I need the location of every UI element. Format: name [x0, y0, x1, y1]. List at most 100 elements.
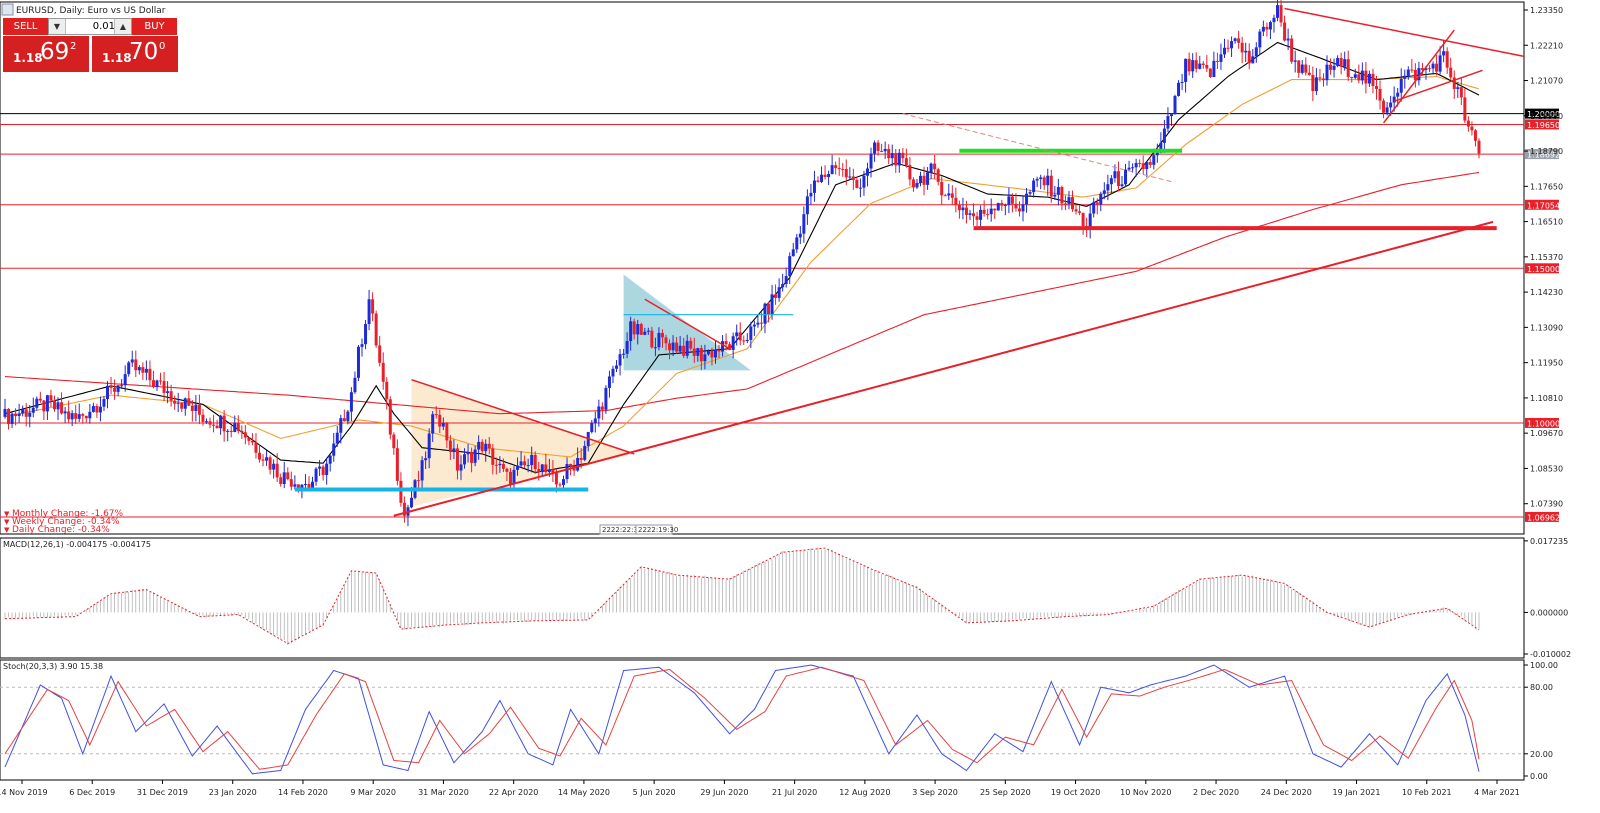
candle-body — [929, 163, 933, 173]
candle-body — [915, 183, 919, 188]
candle-body — [1198, 63, 1202, 69]
chart-canvas[interactable]: EURUSD, Daily: Euro vs US Dollar1.200001… — [0, 0, 1600, 813]
candle — [374, 310, 378, 348]
candle-body — [689, 340, 693, 349]
candle-body — [887, 148, 891, 159]
candle-body — [452, 448, 456, 453]
candle-body — [1470, 126, 1474, 131]
candle-body — [1226, 47, 1230, 49]
candle-body — [102, 399, 106, 407]
x-tick-label: 5 Jun 2020 — [633, 788, 676, 797]
sell-button[interactable]: SELL — [3, 18, 48, 35]
candle-body — [706, 351, 710, 355]
candle-body — [1025, 193, 1029, 205]
candle-body — [837, 168, 841, 170]
candle-body — [724, 341, 728, 345]
candle-body — [767, 303, 771, 315]
candle-body — [144, 368, 148, 373]
candle-body — [561, 479, 565, 486]
candle-body — [1081, 212, 1085, 226]
candle-body — [42, 400, 46, 412]
candle-body — [1399, 78, 1403, 93]
candle-body — [424, 458, 428, 461]
candle-body — [1293, 60, 1297, 62]
candle-body — [1371, 73, 1375, 86]
candle-body — [1237, 38, 1241, 43]
candle-body — [250, 440, 254, 443]
candle-body — [1109, 178, 1113, 185]
candle-body — [565, 463, 569, 480]
candle-body — [1325, 64, 1329, 81]
candle-body — [254, 442, 258, 453]
candle-body — [703, 354, 707, 362]
candle-body — [194, 404, 198, 411]
candle-body — [258, 452, 262, 460]
candle-body — [1120, 184, 1124, 187]
candle-body — [60, 402, 64, 414]
price-tick-label: 1.15370 — [1530, 253, 1563, 262]
candle-body — [964, 207, 968, 215]
candle-body — [540, 464, 544, 472]
candle-body — [1201, 63, 1205, 65]
candle-body — [183, 398, 187, 409]
candle-body — [1049, 175, 1053, 197]
candle-body — [463, 454, 467, 465]
candle-body — [1184, 58, 1188, 82]
candle-body — [445, 422, 449, 441]
candle-body — [137, 367, 141, 371]
candle-body — [335, 432, 339, 444]
candle-body — [1032, 180, 1036, 193]
candle-body — [505, 468, 509, 472]
candle-body — [219, 415, 223, 429]
buy-button[interactable]: BUY — [132, 18, 177, 35]
candle-body — [1215, 60, 1219, 62]
stoch-tick-label: 100.00 — [1530, 661, 1558, 670]
candle-body — [10, 413, 14, 424]
candle-body — [1166, 116, 1170, 129]
candle-body — [1116, 171, 1120, 187]
x-tick-label: 10 Nov 2020 — [1120, 788, 1171, 797]
candle-body — [116, 385, 120, 392]
sell-price-button[interactable]: 1.18 69 2 — [3, 35, 89, 72]
candle-body — [1353, 74, 1357, 78]
candle-body — [272, 463, 276, 470]
candle-body — [961, 207, 965, 211]
candle-body — [865, 168, 869, 176]
change-arrow-icon: ▼ — [4, 526, 10, 534]
candle-body — [1435, 63, 1439, 72]
candle-body — [1268, 22, 1272, 30]
price-tick-label: 1.08530 — [1530, 464, 1563, 473]
x-tick-label: 4 Mar 2021 — [1474, 788, 1520, 797]
candle-body — [812, 180, 816, 193]
candle-body — [632, 321, 636, 335]
candle-body — [265, 457, 269, 461]
lot-decrease-icon[interactable]: ▼ — [49, 19, 66, 34]
buy-price-button[interactable]: 1.18 70 0 — [92, 35, 178, 72]
candle-body — [636, 324, 640, 335]
candle-body — [604, 387, 608, 410]
candle-body — [735, 332, 739, 337]
candle-body — [208, 421, 212, 425]
level-label-text-3: 1.17054 — [1527, 201, 1560, 210]
lot-increase-icon[interactable]: ▲ — [114, 19, 131, 34]
x-tick-label: 31 Mar 2020 — [418, 788, 469, 797]
candle — [388, 396, 392, 440]
candle-body — [745, 339, 749, 342]
candle-body — [880, 150, 884, 152]
candle-body — [820, 174, 824, 182]
candle-body — [862, 175, 866, 188]
lot-size-input[interactable] — [67, 19, 117, 34]
candle-body — [243, 432, 247, 438]
candle-body — [180, 402, 184, 409]
candle-body — [1191, 60, 1195, 72]
candle-body — [49, 395, 53, 401]
candle-body — [798, 233, 802, 238]
candle-body — [717, 349, 721, 352]
candle-body — [682, 345, 686, 356]
candle-body — [731, 336, 735, 350]
candle-body — [830, 165, 834, 174]
candle-body — [597, 406, 601, 419]
candle-body — [501, 463, 505, 469]
candle-body — [678, 345, 682, 352]
candle-body — [1039, 177, 1043, 179]
